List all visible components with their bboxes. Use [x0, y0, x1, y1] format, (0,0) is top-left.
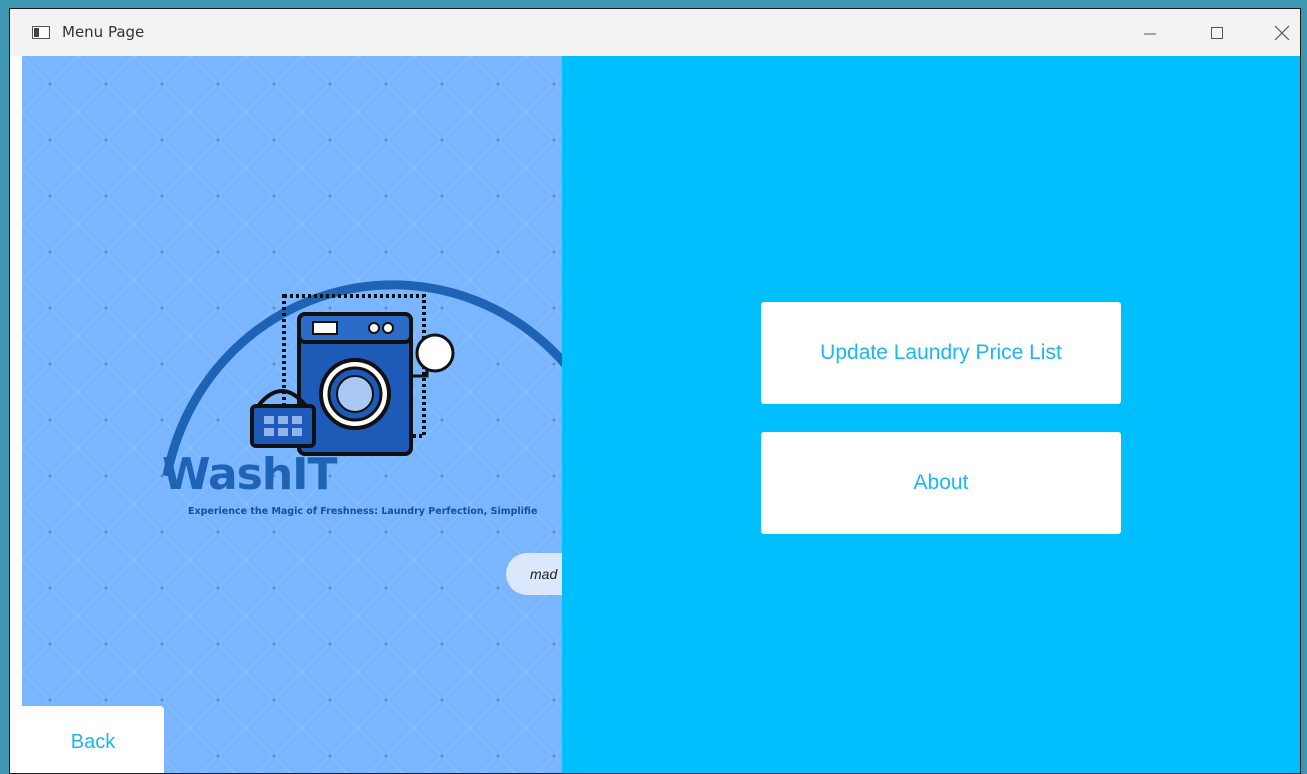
- title-bar: Menu Page: [10, 9, 1300, 56]
- made-by-badge: mad: [506, 553, 562, 595]
- minimize-button[interactable]: [1135, 19, 1165, 47]
- close-button[interactable]: [1267, 19, 1297, 47]
- brand-logo-text: WashIT: [162, 449, 338, 500]
- brand-panel: WashIT Experience the Magic of Freshness…: [22, 56, 562, 773]
- maximize-button[interactable]: [1202, 19, 1232, 47]
- update-price-list-button[interactable]: Update Laundry Price List: [761, 302, 1121, 404]
- maximize-icon: [1211, 27, 1223, 39]
- brand-tagline: Experience the Magic of Freshness: Laund…: [188, 506, 538, 517]
- content-area: WashIT Experience the Magic of Freshness…: [10, 56, 1300, 773]
- app-icon: [32, 26, 50, 39]
- menu-panel: Update Laundry Price List About: [562, 56, 1300, 773]
- minimize-icon: [1144, 33, 1156, 35]
- back-button[interactable]: Back: [22, 706, 164, 773]
- window-title: Menu Page: [62, 23, 145, 41]
- app-window: Menu Page WashIT Experience the Magic of…: [9, 8, 1301, 774]
- about-button[interactable]: About: [761, 432, 1121, 534]
- background-pattern: [22, 56, 562, 773]
- close-icon: [1274, 25, 1290, 41]
